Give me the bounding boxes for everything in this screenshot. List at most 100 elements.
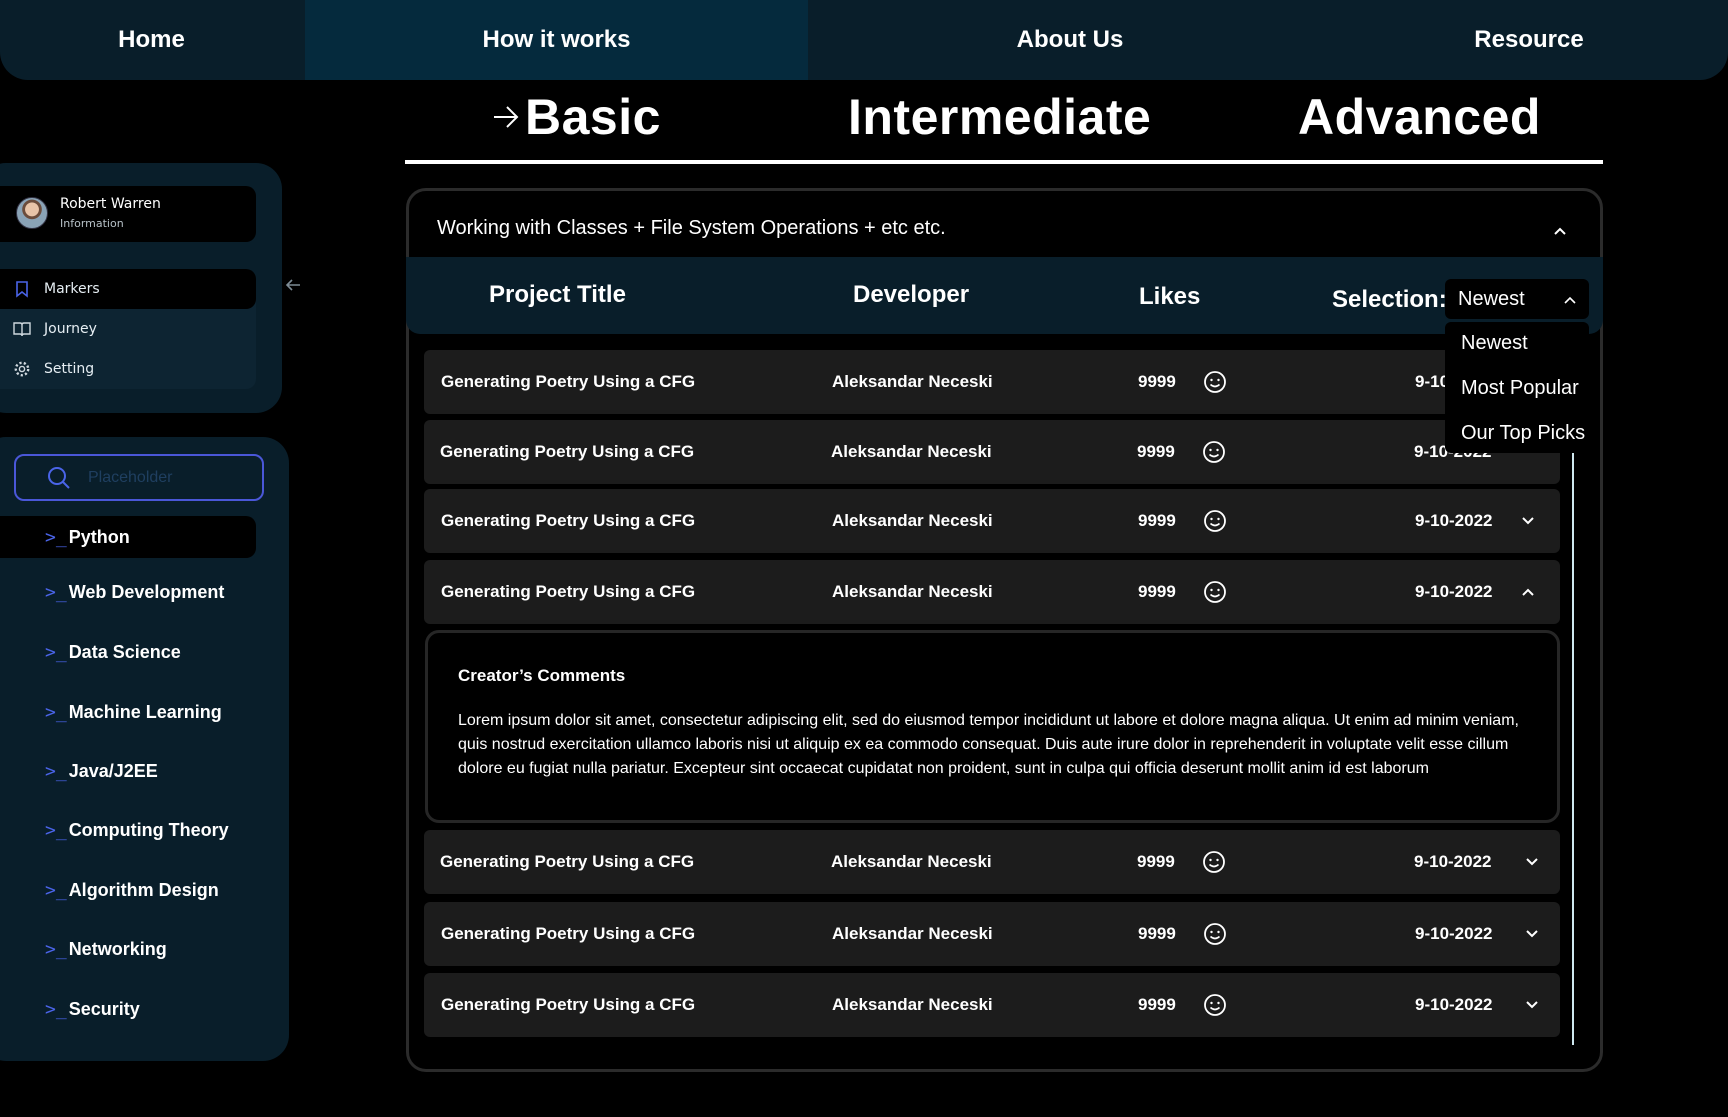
tab-intermediate[interactable]: Intermediate bbox=[848, 88, 1151, 146]
row-date: 9-10-2022 bbox=[1415, 582, 1493, 601]
terminal-icon: >_ bbox=[45, 760, 67, 782]
category-python[interactable]: >_ Python bbox=[0, 516, 256, 558]
chevron-up-icon[interactable] bbox=[1521, 585, 1535, 599]
row-likes: 9999 bbox=[1138, 924, 1176, 943]
category-label: Algorithm Design bbox=[68, 879, 219, 900]
table-row[interactable]: Generating Poetry Using a CFG Aleksandar… bbox=[424, 489, 1560, 553]
sort-option-newest[interactable]: Newest bbox=[1461, 332, 1528, 355]
row-project-title: Generating Poetry Using a CFG bbox=[441, 582, 696, 601]
menu-item-setting[interactable]: Setting bbox=[0, 349, 256, 389]
section-title: Working with Classes + File System Opera… bbox=[437, 217, 946, 239]
chevron-up-icon[interactable] bbox=[1551, 222, 1569, 240]
smile-icon[interactable] bbox=[1203, 370, 1227, 394]
scrollbar[interactable] bbox=[1572, 440, 1574, 1045]
category-label: Machine Learning bbox=[68, 701, 222, 722]
table-row[interactable]: Generating Poetry Using a CFG Aleksandar… bbox=[424, 973, 1560, 1037]
nav-how-it-works[interactable]: How it works bbox=[305, 0, 808, 80]
row-date: 9-10-2022 bbox=[1415, 995, 1493, 1014]
menu-item-markers[interactable]: Markers bbox=[0, 269, 256, 309]
sort-selected-value: Newest bbox=[1458, 287, 1525, 310]
table-row[interactable]: Generating Poetry Using a CFG Aleksandar… bbox=[424, 902, 1560, 966]
row-date: 9-10-2022 bbox=[1414, 852, 1492, 871]
smile-icon[interactable] bbox=[1203, 580, 1227, 604]
chevron-down-icon[interactable] bbox=[1525, 927, 1539, 941]
menu-item-journey[interactable]: Journey bbox=[0, 309, 256, 349]
row-developer: Aleksandar Neceski bbox=[832, 372, 993, 391]
smile-icon[interactable] bbox=[1203, 922, 1227, 946]
sort-options-menu: Newest Most Popular Our Top Picks bbox=[1445, 322, 1589, 453]
arrow-right-icon bbox=[494, 106, 519, 128]
comments-title: Creator’s Comments bbox=[458, 666, 626, 685]
table-row[interactable]: Generating Poetry Using a CFG Aleksandar… bbox=[424, 560, 1560, 624]
search-box[interactable] bbox=[14, 454, 264, 501]
row-developer: Aleksandar Neceski bbox=[832, 582, 993, 601]
level-tabs: Basic Intermediate Advanced bbox=[405, 88, 1603, 168]
row-likes: 9999 bbox=[1138, 582, 1176, 601]
sort-option-most-popular[interactable]: Most Popular bbox=[1461, 377, 1579, 400]
category-java-j2ee[interactable]: >_ Java/J2EE bbox=[0, 750, 256, 792]
side-menu: Markers Journey Setting bbox=[0, 269, 256, 389]
tab-advanced[interactable]: Advanced bbox=[1298, 88, 1541, 146]
chevron-down-icon[interactable] bbox=[1525, 998, 1539, 1012]
tab-basic[interactable]: Basic bbox=[491, 88, 661, 146]
row-developer: Aleksandar Neceski bbox=[831, 442, 992, 461]
chevron-down-icon[interactable] bbox=[1525, 855, 1539, 869]
menu-item-label: Journey bbox=[44, 321, 97, 337]
smile-icon[interactable] bbox=[1202, 440, 1226, 464]
smile-icon[interactable] bbox=[1203, 509, 1227, 533]
category-machine-learning[interactable]: >_ Machine Learning bbox=[0, 691, 256, 733]
chevron-down-icon[interactable] bbox=[1521, 514, 1535, 528]
category-web-development[interactable]: >_ Web Development bbox=[0, 571, 256, 613]
row-project-title: Generating Poetry Using a CFG bbox=[441, 995, 696, 1014]
row-likes: 9999 bbox=[1137, 442, 1175, 461]
terminal-icon: >_ bbox=[45, 701, 67, 723]
sort-dropdown[interactable]: Newest bbox=[1445, 279, 1589, 319]
top-nav: Home How it works About Us Resource bbox=[0, 0, 1728, 80]
row-likes: 9999 bbox=[1137, 852, 1175, 871]
user-name: Robert Warren bbox=[60, 196, 161, 212]
table-row[interactable]: Generating Poetry Using a CFG Aleksandar… bbox=[424, 420, 1560, 484]
chevron-up-icon bbox=[1564, 296, 1576, 304]
header-project-title[interactable]: Project Title bbox=[489, 281, 626, 309]
row-likes: 9999 bbox=[1138, 511, 1176, 530]
category-label: Security bbox=[68, 998, 140, 1019]
category-label: Web Development bbox=[68, 581, 225, 602]
menu-item-label: Markers bbox=[44, 281, 100, 297]
terminal-icon: >_ bbox=[45, 581, 67, 603]
gear-icon bbox=[14, 361, 30, 377]
header-developer[interactable]: Developer bbox=[853, 281, 969, 309]
arrow-left-icon[interactable] bbox=[283, 275, 303, 295]
creator-comments: Creator’s Comments Lorem ipsum dolor sit… bbox=[425, 630, 1560, 823]
smile-icon[interactable] bbox=[1202, 850, 1226, 874]
smile-icon[interactable] bbox=[1203, 993, 1227, 1017]
category-computing-theory[interactable]: >_ Computing Theory bbox=[0, 809, 256, 851]
nav-resource[interactable]: Resource bbox=[1330, 0, 1728, 80]
row-project-title: Generating Poetry Using a CFG bbox=[440, 442, 695, 461]
table-row[interactable]: Generating Poetry Using a CFG Aleksandar… bbox=[424, 830, 1560, 894]
category-label: Computing Theory bbox=[68, 819, 229, 840]
category-algorithm-design[interactable]: >_ Algorithm Design bbox=[0, 869, 256, 911]
category-security[interactable]: >_ Security bbox=[0, 988, 256, 1030]
category-networking[interactable]: >_ Networking bbox=[0, 928, 256, 970]
user-card[interactable]: Robert Warren Information bbox=[0, 186, 256, 242]
terminal-icon: >_ bbox=[45, 641, 67, 663]
row-developer: Aleksandar Neceski bbox=[832, 995, 993, 1014]
search-input[interactable] bbox=[88, 468, 248, 487]
terminal-icon: >_ bbox=[45, 879, 67, 901]
row-likes: 9999 bbox=[1138, 372, 1176, 391]
row-developer: Aleksandar Neceski bbox=[832, 511, 993, 530]
avatar bbox=[16, 197, 48, 229]
header-likes[interactable]: Likes bbox=[1139, 283, 1200, 311]
nav-home[interactable]: Home bbox=[0, 0, 303, 80]
comments-body: Lorem ipsum dolor sit amet, consectetur … bbox=[458, 712, 1519, 777]
sort-option-our-top-picks[interactable]: Our Top Picks bbox=[1461, 422, 1585, 445]
category-data-science[interactable]: >_ Data Science bbox=[0, 631, 256, 673]
row-date: 9-10-2022 bbox=[1415, 511, 1493, 530]
row-date: 9-10-2022 bbox=[1415, 924, 1493, 943]
search-icon bbox=[48, 466, 70, 489]
row-project-title: Generating Poetry Using a CFG bbox=[441, 924, 696, 943]
nav-about-us[interactable]: About Us bbox=[810, 0, 1330, 80]
terminal-icon: >_ bbox=[45, 998, 67, 1020]
terminal-icon: >_ bbox=[45, 526, 67, 548]
table-row[interactable]: Generating Poetry Using a CFG Aleksandar… bbox=[424, 350, 1560, 414]
